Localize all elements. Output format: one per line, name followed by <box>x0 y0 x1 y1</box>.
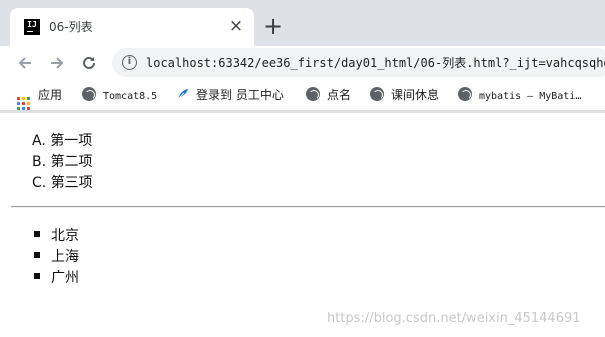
globe-icon <box>458 87 472 101</box>
close-icon[interactable]: × <box>226 16 246 36</box>
bookmark-label: 课间休息 <box>391 88 440 102</box>
bookmark-tomcat[interactable]: Tomcat8.5 <box>82 87 157 103</box>
arrow-left-icon <box>18 57 31 69</box>
intellij-favicon-icon: IJ <box>24 19 40 35</box>
new-tab-button[interactable]: + <box>262 14 284 38</box>
toolbar: i localhost:63342/ee36_first/day01_html/… <box>0 46 605 79</box>
list-item-text: 第一项 <box>50 133 93 149</box>
site-info-icon[interactable]: i <box>122 55 137 70</box>
bookmark-break[interactable]: 课间休息 <box>370 87 439 103</box>
url-text[interactable]: localhost:63342/ee36_first/day01_html/06… <box>146 54 605 71</box>
bookmark-label: mybatis – MyBati… <box>479 91 582 102</box>
bookmark-mybatis[interactable]: mybatis – MyBati… <box>458 87 581 103</box>
bookmark-label: 点名 <box>327 88 352 102</box>
page-content: A. 第一项 B. 第二项 C. 第三项 北京 上海 广州 https://bl… <box>0 113 605 337</box>
back-button[interactable] <box>13 51 37 75</box>
favicon-text: IJ <box>27 20 37 29</box>
cropped-window-edge <box>300 0 530 3</box>
globe-icon <box>306 87 320 101</box>
apps-grid-icon <box>17 97 30 110</box>
list-item: 广州 <box>34 268 79 289</box>
tab-active[interactable]: IJ 06-列表 × <box>10 8 254 46</box>
list-item: 上海 <box>34 247 79 268</box>
list-marker: B. <box>32 154 47 170</box>
globe-icon <box>82 87 96 101</box>
square-bullet-icon <box>34 231 40 237</box>
bookmark-employee-center[interactable]: 登录到 员工中心 <box>176 87 284 103</box>
bookmark-label: 应用 <box>38 88 63 102</box>
list-item: B. 第二项 <box>32 152 93 173</box>
list-item-text: 第三项 <box>50 175 93 191</box>
bookmark-label: 登录到 员工中心 <box>196 88 284 102</box>
list-marker: C. <box>32 175 47 191</box>
forward-button[interactable] <box>45 51 69 75</box>
list-item: 北京 <box>34 226 79 247</box>
bookmark-roll-call[interactable]: 点名 <box>306 87 351 103</box>
square-bullet-icon <box>34 252 40 258</box>
feather-icon <box>177 89 188 100</box>
list-marker: A. <box>32 133 46 149</box>
bookmark-label: Tomcat8.5 <box>103 91 158 102</box>
address-bar[interactable]: i localhost:63342/ee36_first/day01_html/… <box>112 48 605 77</box>
tab-title: 06-列表 <box>49 20 93 34</box>
browser-chrome: IJ 06-列表 × + i localhost:63342/ee36_firs… <box>0 0 605 113</box>
globe-icon <box>370 87 384 101</box>
bookmark-apps[interactable]: 应用 <box>17 87 63 110</box>
arrow-right-icon <box>51 57 64 69</box>
list-item-text: 北京 <box>51 228 79 244</box>
list-item-text: 上海 <box>51 249 79 265</box>
list-item: C. 第三项 <box>32 173 93 194</box>
tab-strip-top <box>0 0 605 5</box>
watermark: https://blog.csdn.net/weixin_45144691 <box>327 311 581 326</box>
reload-icon <box>83 56 95 69</box>
list-item: A. 第一项 <box>32 131 93 152</box>
horizontal-rule <box>11 206 605 208</box>
list-item-text: 广州 <box>51 270 79 286</box>
ordered-list: A. 第一项 B. 第二项 C. 第三项 <box>32 131 93 194</box>
unordered-list: 北京 上海 广州 <box>34 226 79 289</box>
reload-button[interactable] <box>77 51 101 75</box>
square-bullet-icon <box>34 273 40 279</box>
bookmarks-bar: 应用 Tomcat8.5 登录到 员工中心 点名 课间休息 mybatis – … <box>0 79 605 111</box>
list-item-text: 第二项 <box>50 154 93 170</box>
